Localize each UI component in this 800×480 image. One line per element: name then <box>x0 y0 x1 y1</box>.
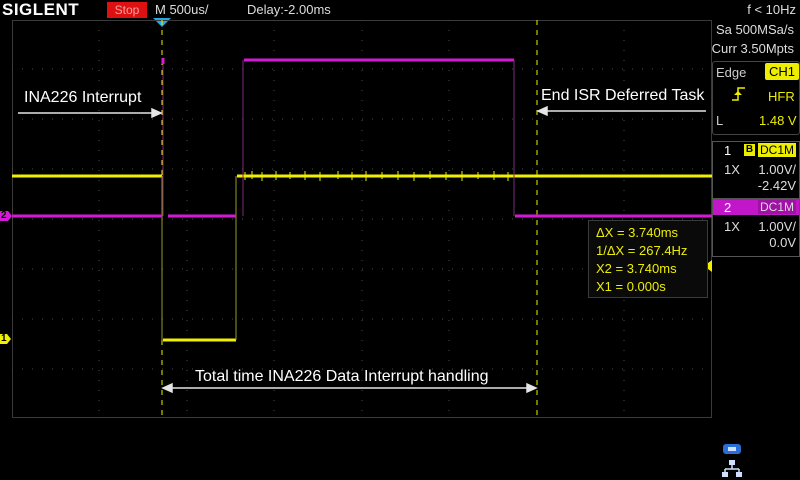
ch1-scale: 1.00V/ <box>758 162 796 177</box>
trigger-level-label: L <box>716 113 724 128</box>
trigger-coupling: HFR <box>768 89 795 104</box>
ch2-probe: 1X <box>724 219 740 234</box>
lan-icon <box>722 460 742 477</box>
ch2-ground-label: 2 <box>1 210 7 221</box>
ch2-scale: 1.00V/ <box>758 219 796 234</box>
ch2-coupling: DC1M <box>758 200 797 214</box>
usb-icon <box>723 444 741 454</box>
ch1-probe: 1X <box>724 162 740 177</box>
memory-depth-readout: Curr 3.50Mpts <box>711 41 794 56</box>
cursor-x2: X2 = 3.740ms <box>596 261 677 276</box>
cursor-delta-x: ΔX = 3.740ms <box>596 225 679 240</box>
ch1-number: 1 <box>724 143 732 158</box>
rising-edge-icon <box>732 87 745 101</box>
annotation-end-isr: End ISR Deferred Task <box>541 87 705 104</box>
ch1-coupling: DC1M <box>758 143 797 157</box>
cursor-x1: X1 = 0.000s <box>596 279 666 294</box>
annotation-ina226-interrupt: INA226 Interrupt <box>24 89 142 106</box>
ch2-edges <box>162 60 515 216</box>
trigger-source: CH1 <box>765 63 800 80</box>
sample-rate-readout: Sa 500MSa/s <box>715 22 794 37</box>
ch2-trace <box>12 58 712 218</box>
ch1-offset: -2.42V <box>757 178 796 193</box>
trigger-mode: Edge <box>716 65 747 80</box>
cursor-inv-delta-x: 1/ΔX = 267.4Hz <box>596 243 688 258</box>
ch2-number: 2 <box>724 200 732 215</box>
ch2-offset: 0.0V <box>769 235 796 250</box>
trigger-level: 1.48 V <box>759 113 797 128</box>
ch1-bandwidth-badge: B <box>744 144 755 156</box>
annotation-total-time: Total time INA226 Data Interrupt handlin… <box>195 368 489 385</box>
ch1-ground-label: 1 <box>1 333 7 344</box>
